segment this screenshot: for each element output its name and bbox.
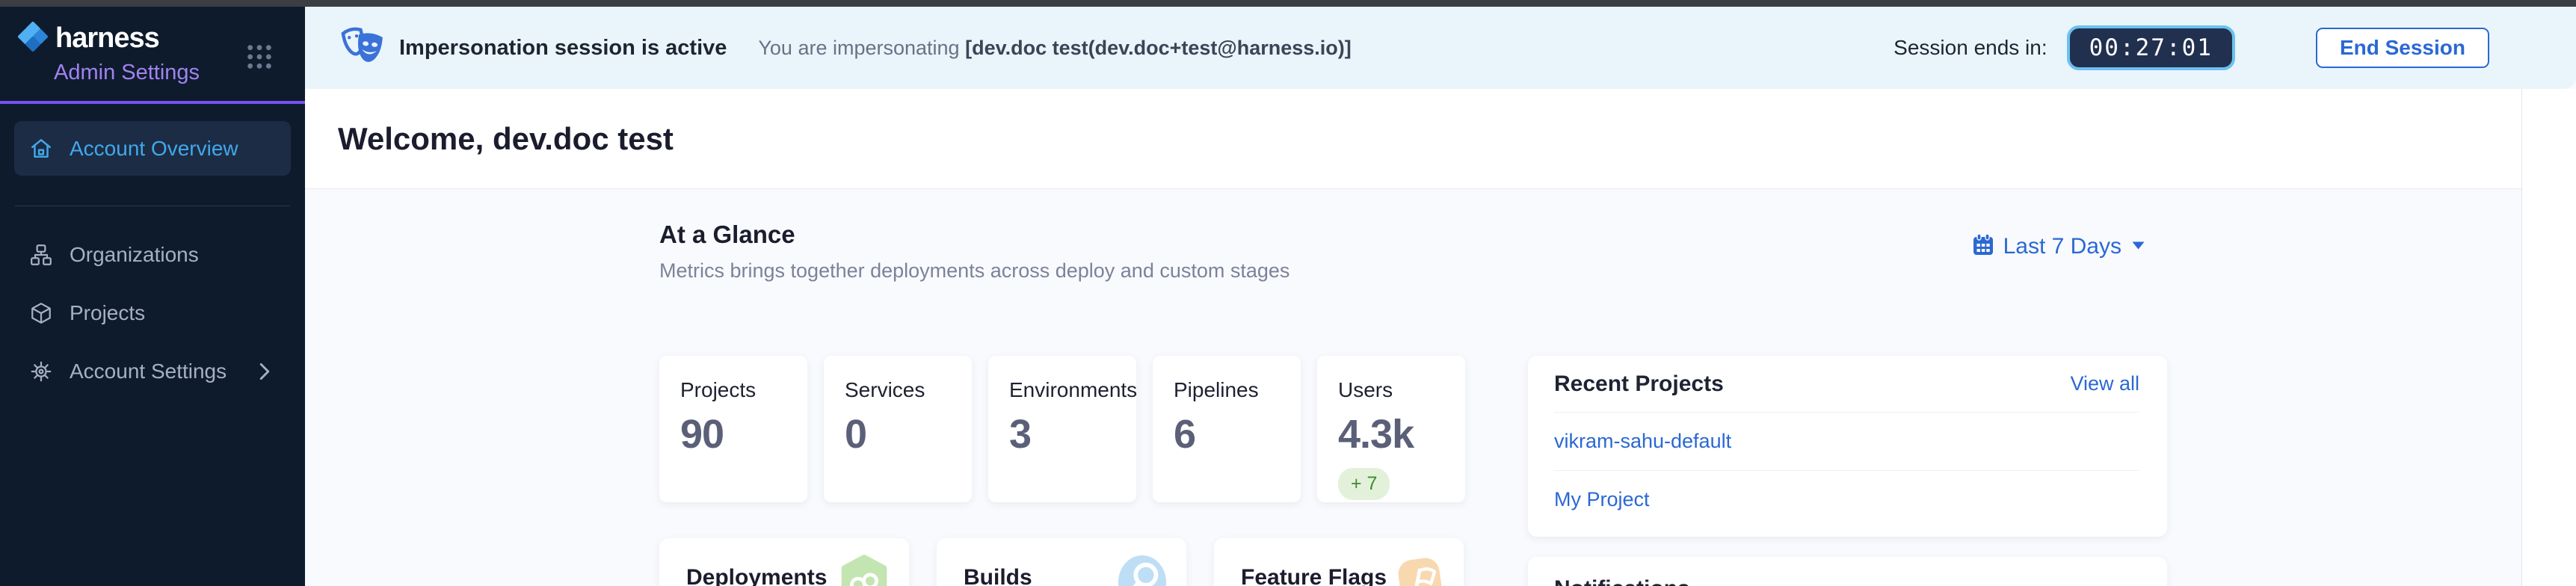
panel-title: Recent Projects bbox=[1554, 371, 1724, 397]
side-panels-column: Recent Projects View all vikram-sahu-def… bbox=[1528, 356, 2167, 586]
session-timer: 00:27:01 bbox=[2067, 25, 2235, 70]
project-link-vikram-sahu-default[interactable]: vikram-sahu-default bbox=[1554, 430, 1731, 453]
sidebar-item-label: Account Settings bbox=[70, 360, 227, 383]
window-top-strip bbox=[0, 0, 2576, 7]
sidebar-nav-list: Organizations Projects bbox=[14, 226, 291, 401]
calendar-icon bbox=[1972, 232, 1994, 260]
banner-session-controls: Session ends in: 00:27:01 End Session bbox=[1894, 25, 2489, 70]
list-item: vikram-sahu-default bbox=[1554, 413, 2139, 471]
stat-value: 6 bbox=[1174, 411, 1286, 457]
banner-impersonating-text: You are impersonating [dev.doc test(dev.… bbox=[758, 37, 1351, 60]
module-card-feature-flags[interactable]: Feature Flags bbox=[1214, 538, 1464, 586]
stat-value: 3 bbox=[1009, 411, 1121, 457]
stat-card-services: Services 0 bbox=[824, 356, 972, 502]
stat-value: 4.3k bbox=[1338, 411, 1450, 457]
notifications-panel: Notifications bbox=[1528, 557, 2167, 586]
home-icon bbox=[29, 137, 53, 161]
builds-icon bbox=[1116, 553, 1168, 586]
caret-down-icon bbox=[2132, 240, 2145, 253]
module-card-deployments[interactable]: Deployments bbox=[659, 538, 909, 586]
dashboard-columns: Projects 90 Services 0 Environments 3 bbox=[659, 356, 2167, 586]
deployments-icon bbox=[837, 553, 891, 586]
theater-masks-icon bbox=[339, 24, 389, 73]
sidebar-item-account-overview[interactable]: Account Overview bbox=[14, 121, 291, 176]
at-a-glance-header: At a Glance Metrics brings together depl… bbox=[659, 220, 2167, 283]
harness-logo-icon bbox=[15, 19, 51, 58]
gear-icon bbox=[29, 360, 53, 383]
sidebar: harness Admin Settings bbox=[0, 7, 305, 586]
metrics-column: Projects 90 Services 0 Environments 3 bbox=[659, 356, 1465, 586]
stat-value: 90 bbox=[680, 411, 792, 457]
sidebar-item-label: Projects bbox=[70, 301, 145, 325]
stat-label: Projects bbox=[680, 378, 792, 402]
view-all-link[interactable]: View all bbox=[2070, 372, 2139, 395]
impersonation-banner: Impersonation session is active You are … bbox=[305, 7, 2576, 89]
cube-icon bbox=[29, 301, 53, 325]
recent-projects-header: Recent Projects View all bbox=[1554, 356, 2139, 413]
stat-card-projects: Projects 90 bbox=[659, 356, 807, 502]
logo-wordmark: harness bbox=[55, 22, 159, 55]
panel-title: Notifications bbox=[1554, 576, 1690, 586]
scrollbar-gutter[interactable] bbox=[2521, 89, 2576, 586]
app-window: harness Admin Settings bbox=[0, 0, 2576, 586]
list-item: My Project bbox=[1554, 471, 2139, 528]
chevron-right-icon bbox=[258, 363, 271, 380]
users-delta-badge: + 7 bbox=[1338, 468, 1390, 500]
module-grid-icon[interactable] bbox=[245, 43, 274, 75]
stat-label: Pipelines bbox=[1174, 378, 1286, 402]
sidebar-item-organizations[interactable]: Organizations bbox=[14, 226, 291, 284]
stat-label: Services bbox=[845, 378, 957, 402]
org-chart-icon bbox=[29, 243, 53, 267]
impersonating-prefix: You are impersonating bbox=[758, 37, 959, 59]
module-label: Builds bbox=[964, 565, 1032, 586]
dashboard: At a Glance Metrics brings together depl… bbox=[659, 220, 2167, 586]
sidebar-item-label: Organizations bbox=[70, 243, 199, 267]
sidebar-nav: Account Overview Organizations bbox=[0, 104, 305, 401]
feature-flags-icon bbox=[1395, 553, 1446, 586]
stat-card-environments: Environments 3 bbox=[988, 356, 1136, 502]
section-title: At a Glance bbox=[659, 220, 1289, 249]
session-ends-label: Session ends in: bbox=[1894, 36, 2047, 60]
stat-value: 0 bbox=[845, 411, 957, 457]
project-link-my-project[interactable]: My Project bbox=[1554, 488, 1650, 511]
recent-projects-panel: Recent Projects View all vikram-sahu-def… bbox=[1528, 356, 2167, 537]
date-range-selector[interactable]: Last 7 Days bbox=[1972, 232, 2145, 260]
welcome-header: Welcome, dev.doc test bbox=[305, 89, 2521, 189]
section-subtitle: Metrics brings together deployments acro… bbox=[659, 259, 1289, 283]
sidebar-item-label: Account Overview bbox=[70, 137, 238, 161]
stat-card-users: Users 4.3k + 7 bbox=[1317, 356, 1465, 502]
module-card-builds[interactable]: Builds bbox=[937, 538, 1186, 586]
end-session-button[interactable]: End Session bbox=[2316, 28, 2489, 68]
stat-label: Environments bbox=[1009, 378, 1121, 402]
stat-label: Users bbox=[1338, 378, 1450, 402]
module-cards-row: Deployments bbox=[659, 538, 1465, 586]
stat-card-pipelines: Pipelines 6 bbox=[1153, 356, 1301, 502]
page-title: Welcome, dev.doc test bbox=[338, 121, 674, 157]
module-label: Deployments bbox=[686, 565, 827, 586]
sidebar-item-account-settings[interactable]: Account Settings bbox=[14, 342, 291, 401]
date-range-label: Last 7 Days bbox=[2003, 234, 2121, 259]
sidebar-header: harness Admin Settings bbox=[0, 7, 305, 104]
impersonating-target: [dev.doc test(dev.doc+test@harness.io)] bbox=[965, 37, 1352, 59]
at-a-glance-titles: At a Glance Metrics brings together depl… bbox=[659, 220, 1289, 283]
page-body: At a Glance Metrics brings together depl… bbox=[305, 190, 2521, 586]
stat-cards-row: Projects 90 Services 0 Environments 3 bbox=[659, 356, 1465, 502]
sidebar-item-projects[interactable]: Projects bbox=[14, 284, 291, 342]
banner-title: Impersonation session is active bbox=[399, 36, 727, 61]
module-label: Feature Flags bbox=[1241, 565, 1387, 586]
